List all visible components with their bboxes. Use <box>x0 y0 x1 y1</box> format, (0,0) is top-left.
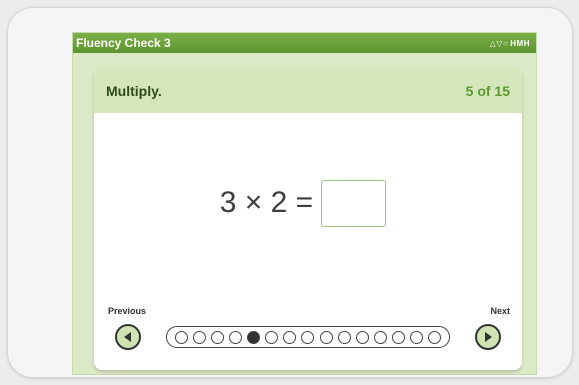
question-counter: 5 of 15 <box>465 82 510 99</box>
progress-dot[interactable] <box>265 330 279 344</box>
arrow-left-icon <box>124 332 131 342</box>
progress-dot[interactable] <box>427 330 441 344</box>
progress-dot[interactable] <box>283 330 297 344</box>
progress-dot[interactable] <box>355 330 369 344</box>
previous-label: Previous <box>108 306 147 316</box>
next-button[interactable] <box>475 324 501 350</box>
math-expression: 3 × 2 = <box>219 186 314 219</box>
answer-input[interactable] <box>321 179 387 227</box>
hmh-logo-marks: △▽○ <box>489 38 509 48</box>
progress-dot[interactable] <box>211 330 225 344</box>
progress-dot[interactable] <box>193 330 207 344</box>
instruction-text: Multiply. <box>106 82 162 99</box>
progress-dot[interactable] <box>391 330 405 344</box>
progress-dot[interactable] <box>337 330 351 344</box>
progress-dots <box>166 326 450 348</box>
arrow-right-icon <box>485 332 492 342</box>
progress-dot[interactable] <box>175 330 188 344</box>
problem-area: 3 × 2 = <box>94 178 522 228</box>
app-screen: Fluency Check 3 △▽○ HMH Multiply. 5 of 1… <box>72 32 537 375</box>
tablet-frame: Fluency Check 3 △▽○ HMH Multiply. 5 of 1… <box>7 7 573 378</box>
title-bar: Fluency Check 3 △▽○ HMH <box>73 33 536 53</box>
hmh-logo: △▽○ HMH <box>490 39 530 48</box>
progress-dot[interactable] <box>229 330 243 344</box>
previous-button[interactable] <box>115 324 141 350</box>
progress-dot-current[interactable] <box>247 330 261 344</box>
question-header: Multiply. 5 of 15 <box>94 68 522 113</box>
progress-dot[interactable] <box>301 330 315 344</box>
progress-dot[interactable] <box>373 330 387 344</box>
next-label: Next <box>490 306 510 316</box>
hmh-logo-text: HMH <box>510 38 530 48</box>
app-title: Fluency Check 3 <box>76 36 171 50</box>
question-card: Multiply. 5 of 15 3 × 2 = Previous Next <box>94 68 522 370</box>
progress-dot[interactable] <box>409 330 423 344</box>
progress-dot[interactable] <box>319 330 333 344</box>
